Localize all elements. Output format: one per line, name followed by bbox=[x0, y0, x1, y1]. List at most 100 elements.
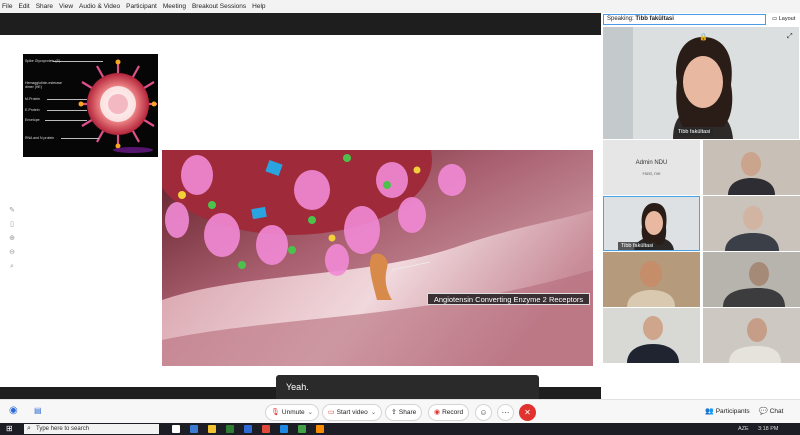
participants-button[interactable]: 👥 Participants bbox=[700, 404, 755, 421]
menu-share[interactable]: Share bbox=[36, 3, 53, 10]
label-m-protein: M-Protein bbox=[25, 97, 41, 101]
virus-structure-diagram: Spike Glycoprotein (S) Hemagglutinin-est… bbox=[23, 54, 158, 157]
active-speaker-bar: Speaking: Tibb fakültasi bbox=[603, 14, 766, 25]
menu-meeting[interactable]: Meeting bbox=[163, 3, 186, 10]
chevron-down-icon[interactable]: ⌄ bbox=[308, 409, 313, 416]
leader-line bbox=[61, 138, 99, 139]
webex-taskbar-icon[interactable] bbox=[298, 425, 306, 433]
start-video-label: Start video bbox=[336, 409, 368, 416]
windows-taskbar: ⊞ ⌕ Type here to search AZE 3:18 PM bbox=[0, 423, 800, 435]
webex-logo-icon: ◉ bbox=[9, 405, 18, 416]
menu-view[interactable]: View bbox=[59, 3, 73, 10]
unmute-button[interactable]: 🎙 Unmute ⌄ bbox=[265, 404, 320, 421]
participant-tile[interactable] bbox=[603, 252, 700, 307]
search-placeholder: Type here to search bbox=[36, 426, 90, 432]
leader-line bbox=[47, 99, 87, 100]
label-envelope: Envelope bbox=[25, 118, 40, 122]
participant-video bbox=[703, 252, 800, 307]
app-icon[interactable] bbox=[280, 425, 288, 433]
chevron-down-icon[interactable]: ⌄ bbox=[371, 409, 376, 416]
layout-icon: ▭ bbox=[772, 16, 778, 22]
video-icon: ▭ bbox=[328, 409, 335, 416]
speaker-video-frame bbox=[603, 27, 799, 139]
tile-name-tag: Tibb fakültasi bbox=[618, 242, 657, 250]
zoom-out-icon[interactable]: ⊖ bbox=[8, 249, 16, 257]
clock[interactable]: 3:18 PM bbox=[758, 423, 778, 435]
participant-video bbox=[603, 308, 700, 363]
participant-tile[interactable] bbox=[703, 140, 800, 195]
speaking-label: Speaking: bbox=[607, 16, 634, 22]
menu-audio-video[interactable]: Audio & Video bbox=[79, 3, 120, 10]
store-icon[interactable] bbox=[226, 425, 234, 433]
eraser-tool-icon[interactable]: ▯ bbox=[8, 221, 16, 229]
label-e-protein: E-Protein bbox=[25, 108, 40, 112]
close-icon: ✕ bbox=[524, 408, 531, 417]
participant-tile[interactable] bbox=[703, 252, 800, 307]
shared-content-area: Spike Glycoprotein (S) Hemagglutinin-est… bbox=[0, 13, 601, 399]
record-icon: ◉ bbox=[434, 409, 441, 416]
leader-line bbox=[53, 61, 103, 62]
admin-name: Admin NDU bbox=[635, 160, 668, 166]
share-label: Share bbox=[398, 409, 417, 416]
expand-icon[interactable]: ⤢ bbox=[787, 33, 793, 41]
menubar: File Edit Share View Audio & Video Parti… bbox=[0, 0, 800, 13]
lock-icon[interactable]: 🔒 bbox=[699, 33, 708, 41]
participant-tile[interactable] bbox=[703, 308, 800, 363]
speaking-name: Tibb fakültasi bbox=[635, 16, 674, 22]
menu-breakout-sessions[interactable]: Breakout Sessions bbox=[192, 3, 246, 10]
search-icon: ⌕ bbox=[27, 425, 31, 432]
record-button[interactable]: ◉ Record bbox=[428, 404, 470, 421]
menu-file[interactable]: File bbox=[2, 3, 12, 10]
leader-line bbox=[45, 120, 87, 121]
language-indicator[interactable]: AZE bbox=[738, 423, 749, 435]
leave-meeting-button[interactable]: ✕ bbox=[519, 404, 536, 421]
unmute-label: Unmute bbox=[281, 409, 305, 416]
speaker-name-tag: Tibb fakültasi bbox=[675, 128, 714, 136]
chrome-icon[interactable] bbox=[262, 425, 270, 433]
active-speaker-video[interactable]: Tibb fakültasi 🔒 ⤢ bbox=[603, 27, 799, 139]
label-rna-n-protein: RNA and N protein bbox=[25, 136, 55, 140]
share-icon: ⇪ bbox=[391, 409, 397, 416]
mail-icon[interactable] bbox=[244, 425, 252, 433]
file-explorer-icon[interactable] bbox=[208, 425, 216, 433]
share-button[interactable]: ⇪ Share bbox=[385, 404, 423, 421]
more-icon[interactable]: ⋯ bbox=[497, 404, 514, 421]
presentation-slide: Spike Glycoprotein (S) Hemagglutinin-est… bbox=[0, 35, 601, 387]
fit-icon[interactable]: ⌕ bbox=[8, 263, 16, 271]
chat-label: Chat bbox=[769, 408, 784, 415]
participant-video bbox=[703, 196, 800, 251]
chat-button[interactable]: 💬 Chat bbox=[754, 404, 788, 421]
microphone-icon: 🎙 bbox=[271, 409, 280, 416]
pointer-tool-icon[interactable]: ✎ bbox=[8, 207, 16, 215]
layout-button[interactable]: ▭ Layout bbox=[772, 14, 798, 25]
participant-tile-admin[interactable]: Admin NDU Host, me bbox=[603, 140, 700, 195]
participant-tile-selected[interactable]: Tibb fakültasi bbox=[603, 196, 700, 251]
participant-video bbox=[703, 140, 800, 195]
reactions-icon[interactable]: ☺ bbox=[475, 404, 492, 421]
app-icon[interactable] bbox=[316, 425, 324, 433]
record-label: Record bbox=[442, 409, 464, 416]
participant-video bbox=[703, 308, 800, 363]
menu-edit[interactable]: Edit bbox=[18, 3, 29, 10]
taskbar-search-box[interactable]: ⌕ Type here to search bbox=[24, 424, 159, 434]
start-video-button[interactable]: ▭ Start video ⌄ bbox=[322, 404, 383, 421]
layout-toggle-icon[interactable]: ▤ bbox=[34, 406, 42, 415]
virus-illustration bbox=[78, 59, 157, 153]
ace2-receptor-illustration bbox=[162, 150, 593, 366]
task-view-icon[interactable] bbox=[172, 425, 180, 433]
closed-caption: Yeah. bbox=[276, 375, 539, 400]
chat-icon: 💬 bbox=[759, 408, 768, 415]
participant-tile[interactable] bbox=[703, 196, 800, 251]
virus-binding-render bbox=[162, 150, 593, 366]
participant-tile[interactable] bbox=[603, 308, 700, 363]
edge-icon[interactable] bbox=[190, 425, 198, 433]
leader-line bbox=[47, 110, 87, 111]
windows-icon[interactable]: ⊞ bbox=[6, 424, 13, 433]
menu-help[interactable]: Help bbox=[252, 3, 265, 10]
participants-icon: 👥 bbox=[705, 408, 714, 415]
menu-participant[interactable]: Participant bbox=[126, 3, 157, 10]
label-hemagglutinin: Hemagglutinin-esterase dimer (HE) bbox=[25, 81, 62, 89]
meeting-toolbar: ◉ ▤ 🎙 Unmute ⌄ ▭ Start video ⌄ ⇪ Share ◉ Recor… bbox=[0, 399, 800, 423]
zoom-in-icon[interactable]: ⊕ bbox=[8, 235, 16, 243]
participant-video bbox=[603, 252, 700, 307]
